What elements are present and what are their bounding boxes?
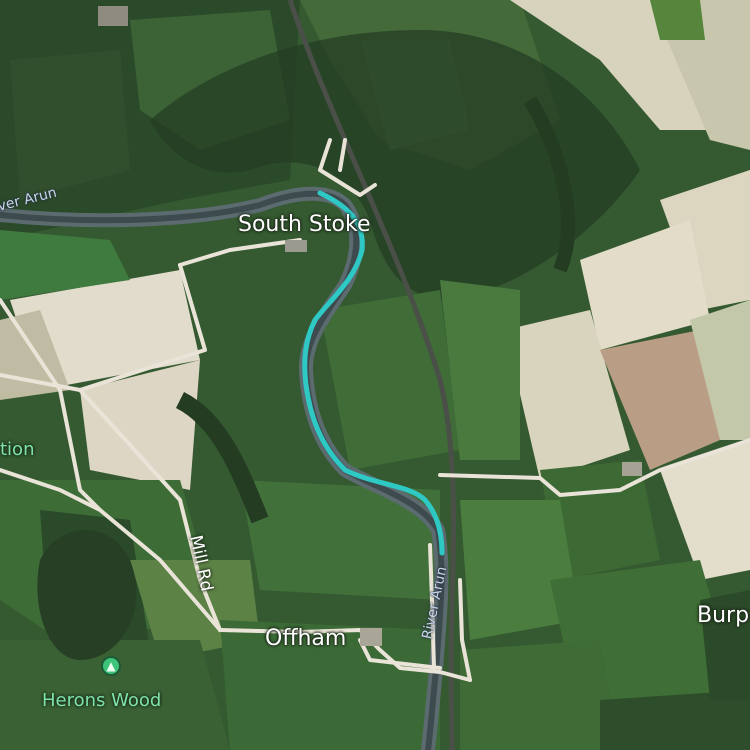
label-burpham[interactable]: Burp — [697, 605, 749, 627]
map-view[interactable]: South Stoke Offham Burp ver Arun River A… — [0, 0, 750, 750]
label-offham[interactable]: Offham — [265, 628, 346, 650]
label-herons-wood[interactable]: Herons Wood — [42, 692, 161, 710]
satellite-imagery — [0, 0, 750, 750]
label-south-stoke[interactable]: South Stoke — [238, 214, 370, 236]
tree-icon[interactable]: ▲ — [101, 656, 121, 676]
label-station-partial[interactable]: tion — [0, 441, 34, 459]
